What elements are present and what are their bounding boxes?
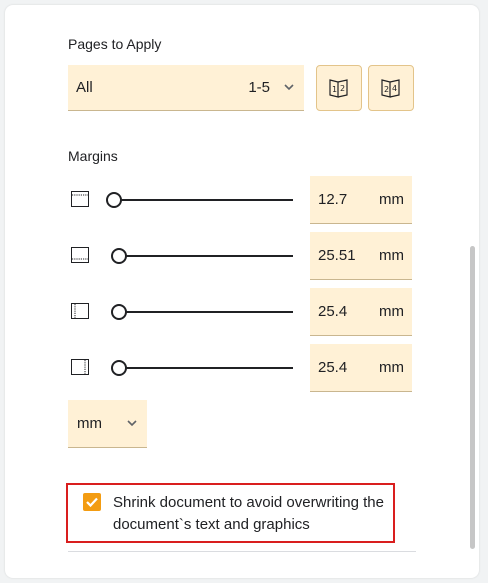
margins-label: Margins (68, 148, 118, 164)
margin-bottom-slider[interactable] (111, 248, 293, 264)
shrink-option-highlight: Shrink document to avoid overwriting the… (66, 483, 395, 543)
margin-row-bottom: 25.51 mm (68, 232, 414, 280)
margin-right-slider[interactable] (111, 360, 293, 376)
margin-left-input[interactable]: 25.4 mm (310, 288, 412, 336)
margin-right-input[interactable]: 25.4 mm (310, 344, 412, 392)
margin-left-icon (71, 303, 89, 319)
margin-top-input[interactable]: 12.7 mm (310, 176, 412, 224)
margin-bottom-icon (71, 247, 89, 263)
shrink-checkbox[interactable] (83, 493, 101, 511)
margin-top-icon (71, 191, 89, 207)
margin-right-value: 25.4 (318, 359, 348, 376)
margin-bottom-input[interactable]: 25.51 mm (310, 232, 412, 280)
chevron-down-icon (127, 420, 137, 427)
pages-select-value: All (76, 79, 93, 96)
slider-thumb[interactable] (111, 360, 128, 376)
pages-forward-icon: 1 2 (329, 79, 348, 98)
margin-top-unit: mm (379, 191, 404, 208)
svg-text:2: 2 (384, 85, 389, 94)
margin-right-unit: mm (379, 359, 404, 376)
margin-row-left: 25.4 mm (68, 288, 414, 336)
page-order-forward-button[interactable]: 1 2 (316, 65, 362, 111)
scrollbar-thumb[interactable] (470, 246, 475, 549)
margin-left-slider[interactable] (111, 304, 293, 320)
pages-to-apply-label: Pages to Apply (68, 36, 162, 52)
margin-bottom-value: 25.51 (318, 247, 356, 264)
margin-right-icon (71, 359, 89, 375)
settings-panel: Pages to Apply All 1-5 1 2 2 4 Margins 1… (5, 5, 479, 578)
pages-reverse-icon: 2 4 (381, 79, 400, 98)
svg-text:2: 2 (340, 84, 345, 93)
pages-range: 1-5 (248, 79, 270, 96)
divider (68, 551, 416, 552)
margin-top-value: 12.7 (318, 191, 348, 208)
checkmark-icon (86, 497, 98, 508)
slider-thumb[interactable] (111, 248, 128, 264)
slider-thumb[interactable] (106, 192, 122, 208)
margin-row-right: 25.4 mm (68, 344, 414, 392)
margin-top-slider[interactable] (106, 192, 293, 208)
margin-row-top: 12.7 mm (68, 176, 414, 224)
pages-select[interactable]: All 1-5 (68, 65, 304, 111)
unit-select-value: mm (77, 415, 102, 432)
unit-select[interactable]: mm (68, 400, 147, 448)
margin-left-value: 25.4 (318, 303, 348, 320)
chevron-down-icon (284, 84, 294, 91)
svg-text:4: 4 (392, 84, 397, 93)
shrink-label[interactable]: Shrink document to avoid overwriting the… (113, 492, 393, 536)
svg-text:1: 1 (332, 85, 337, 94)
slider-thumb[interactable] (111, 304, 128, 320)
margin-left-unit: mm (379, 303, 404, 320)
page-order-reverse-button[interactable]: 2 4 (368, 65, 414, 111)
margin-bottom-unit: mm (379, 247, 404, 264)
